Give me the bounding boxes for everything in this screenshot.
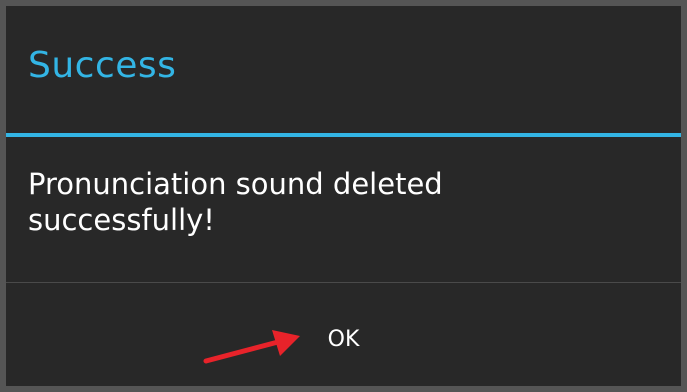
dialog-message: Pronunciation sound deleted successfully… <box>28 167 443 237</box>
ok-button[interactable]: OK <box>6 283 681 386</box>
success-dialog: Success Pronunciation sound deleted succ… <box>6 6 681 386</box>
dialog-title: Success <box>28 45 177 86</box>
pointer-arrow-icon <box>203 330 300 364</box>
ok-button-label: OK <box>327 327 360 352</box>
title-divider <box>6 133 681 137</box>
